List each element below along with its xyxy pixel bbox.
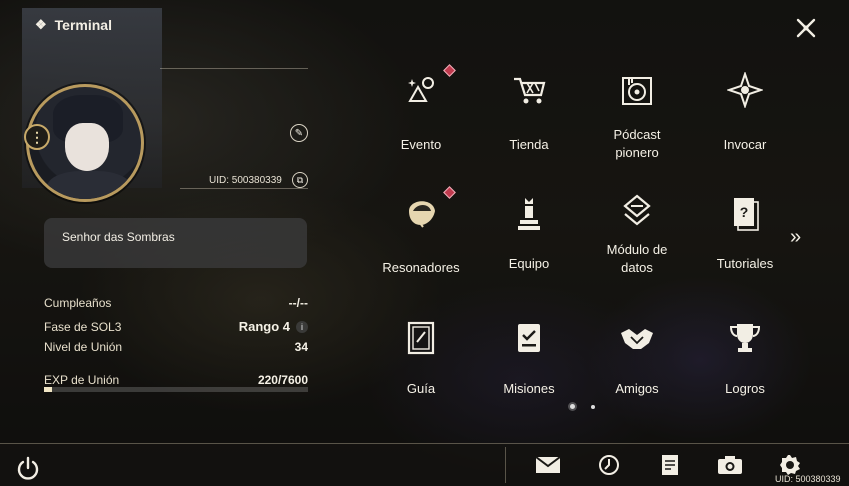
menu-tile-label: Evento bbox=[400, 137, 442, 152]
menu-tile-label: Módulo de datos bbox=[606, 242, 668, 275]
signature-card[interactable]: Senhor das Sombras bbox=[44, 218, 307, 268]
divider-line bbox=[180, 188, 308, 189]
birthday-label: Cumpleaños bbox=[44, 296, 112, 310]
svg-text:?: ? bbox=[740, 204, 749, 220]
event-icon bbox=[376, 70, 466, 110]
notes-icon[interactable] bbox=[657, 453, 683, 477]
sol3-row: Fase de SOL3 Rango 4 i bbox=[44, 319, 308, 334]
team-chess-icon bbox=[484, 193, 574, 233]
profile-menu-button[interactable]: ⋮ bbox=[24, 124, 50, 150]
menu-tile-tutoriales[interactable]: ? Tutoriales bbox=[700, 193, 790, 273]
avatar-face bbox=[65, 123, 109, 171]
edit-name-button[interactable]: ✎ bbox=[290, 124, 308, 142]
page-indicator bbox=[570, 404, 595, 409]
edit-icon: ✎ bbox=[294, 127, 304, 139]
page-title: ❖ Terminal bbox=[35, 17, 112, 33]
union-exp-value: 220/7600 bbox=[257, 373, 308, 387]
copy-uid-button[interactable]: ⧉ bbox=[292, 172, 308, 188]
union-exp-bar bbox=[44, 387, 308, 392]
union-level-row: Nivel de Unión 34 bbox=[44, 340, 308, 354]
resonator-icon bbox=[376, 193, 466, 233]
birthday-value: --/-- bbox=[288, 296, 308, 310]
menu-tile-guia[interactable]: Guía bbox=[376, 318, 466, 398]
signature-text: Senhor das Sombras bbox=[62, 230, 175, 244]
podcast-icon bbox=[592, 70, 682, 110]
copy-icon: ⧉ bbox=[296, 174, 304, 185]
menu-tile-evento[interactable]: Evento bbox=[376, 70, 466, 154]
birthday-row: Cumpleaños --/-- bbox=[44, 296, 308, 310]
page-dot[interactable] bbox=[591, 404, 595, 409]
avatar-body bbox=[47, 171, 131, 199]
menu-tile-resonadores[interactable]: Resonadores bbox=[376, 193, 466, 277]
menu-tile-misiones[interactable]: Misiones bbox=[484, 318, 574, 398]
terminal-diamond-icon: ❖ bbox=[35, 17, 47, 32]
uid-footer: UID: 500380339 bbox=[775, 474, 841, 484]
sol3-value: Rango 4 bbox=[238, 319, 290, 334]
menu-tile-label: Invocar bbox=[723, 137, 767, 152]
menu-tile-label: Equipo bbox=[508, 256, 550, 271]
page-dot-active[interactable] bbox=[570, 404, 575, 409]
union-exp-row: EXP de Unión 220/7600 bbox=[44, 373, 308, 387]
menu-tile-modulo-datos[interactable]: Módulo de datos bbox=[592, 193, 682, 277]
summon-star-icon bbox=[700, 70, 790, 110]
shop-cart-icon bbox=[484, 70, 574, 110]
sol3-rank[interactable]: Rango 4 i bbox=[239, 319, 308, 334]
menu-tile-label: Misiones bbox=[503, 381, 555, 396]
guide-book-icon bbox=[376, 318, 466, 358]
menu-tile-logros[interactable]: Logros bbox=[700, 318, 790, 398]
menu-tile-label: Logros bbox=[725, 381, 765, 396]
menu-tile-label: Amigos bbox=[615, 381, 659, 396]
menu-tile-label: Pódcast pionero bbox=[613, 127, 661, 160]
menu-tile-label: Tutoriales bbox=[716, 256, 774, 271]
page-title-text: Terminal bbox=[54, 17, 112, 33]
quests-icon bbox=[484, 318, 574, 358]
union-exp-fill bbox=[44, 387, 52, 392]
uid-label: UID: 500380339 bbox=[209, 175, 282, 186]
bottom-divider bbox=[505, 447, 506, 483]
friends-handshake-icon bbox=[592, 318, 682, 358]
data-module-icon bbox=[592, 193, 682, 233]
close-icon[interactable] bbox=[795, 17, 817, 39]
power-icon[interactable] bbox=[15, 455, 41, 481]
union-level-label: Nivel de Unión bbox=[44, 340, 123, 354]
sol3-label: Fase de SOL3 bbox=[44, 319, 122, 334]
menu-tile-amigos[interactable]: Amigos bbox=[592, 318, 682, 398]
menu-tile-podcast[interactable]: Pódcast pionero bbox=[592, 70, 682, 162]
clock-icon[interactable] bbox=[596, 453, 622, 477]
menu-tile-equipo[interactable]: Equipo bbox=[484, 193, 574, 273]
menu-tile-label: Resonadores bbox=[382, 260, 460, 275]
info-icon[interactable]: i bbox=[296, 320, 308, 333]
camera-icon[interactable] bbox=[717, 453, 743, 477]
union-level-value: 34 bbox=[294, 340, 308, 354]
mail-icon[interactable] bbox=[535, 453, 561, 477]
menu-tile-invocar[interactable]: Invocar bbox=[700, 70, 790, 154]
union-exp-label: EXP de Unión bbox=[44, 373, 120, 387]
divider-line bbox=[160, 68, 308, 69]
more-options-icon: ⋮ bbox=[30, 128, 44, 145]
tutorial-book-icon: ? bbox=[700, 193, 790, 233]
achievements-trophy-icon bbox=[700, 318, 790, 358]
next-page-button[interactable]: » bbox=[790, 226, 801, 249]
menu-tile-tienda[interactable]: Tienda bbox=[484, 70, 574, 154]
menu-tile-label: Guía bbox=[406, 381, 436, 396]
menu-tile-label: Tienda bbox=[509, 137, 549, 152]
